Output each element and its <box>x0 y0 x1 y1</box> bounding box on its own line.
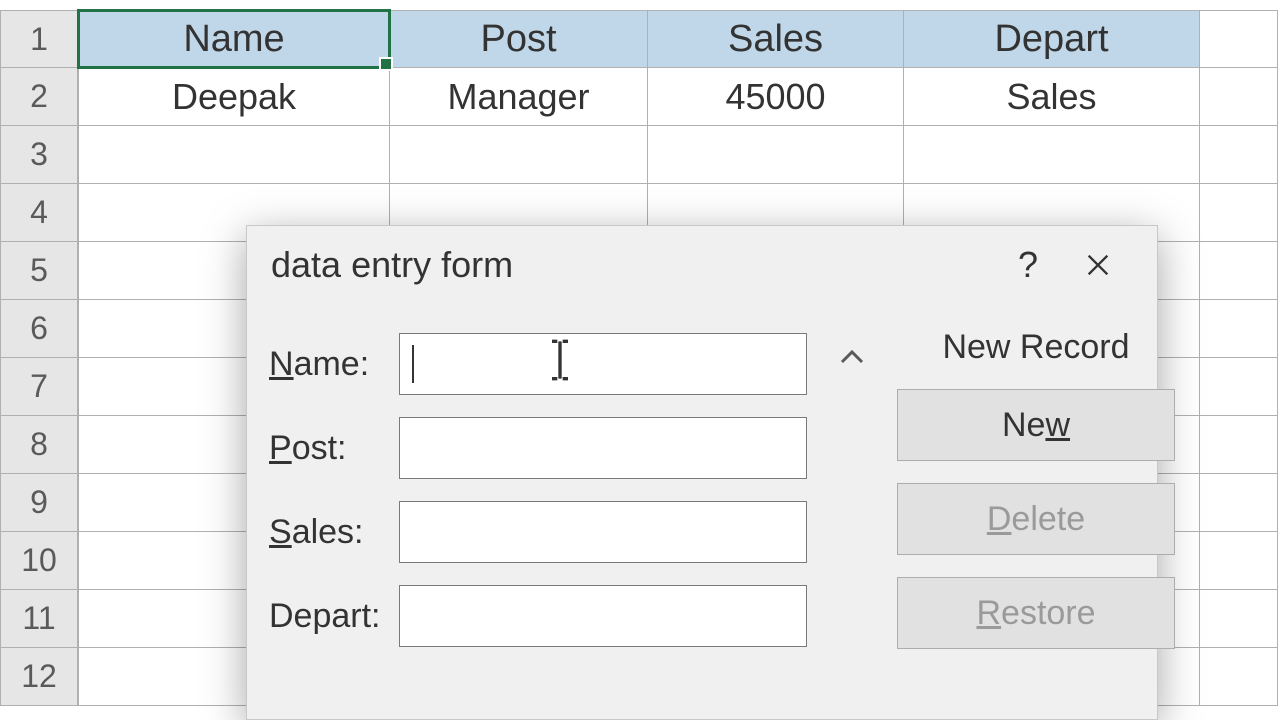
row-header-6[interactable]: 6 <box>0 300 78 358</box>
depart-input[interactable] <box>399 585 807 647</box>
dialog-title: data entry form <box>271 244 513 286</box>
sales-label: Sales: <box>269 513 399 552</box>
cell-E7[interactable] <box>1200 358 1278 416</box>
cell-D2[interactable]: Sales <box>904 68 1200 126</box>
cell-E10[interactable] <box>1200 532 1278 590</box>
cell-E8[interactable] <box>1200 416 1278 474</box>
cell-C1[interactable]: Sales <box>648 10 904 68</box>
row-header-3[interactable]: 3 <box>0 126 78 184</box>
cell-E4[interactable] <box>1200 184 1278 242</box>
cell-B2[interactable]: Manager <box>390 68 648 126</box>
new-button[interactable]: New <box>897 389 1175 461</box>
cell-E9[interactable] <box>1200 474 1278 532</box>
cell-B3[interactable] <box>390 126 648 184</box>
chevron-up-icon <box>839 348 865 366</box>
row-header-9[interactable]: 9 <box>0 474 78 532</box>
row-header-7[interactable]: 7 <box>0 358 78 416</box>
sales-input[interactable] <box>399 501 807 563</box>
row-header-1[interactable]: 1 <box>0 10 78 68</box>
text-cursor-icon <box>544 336 576 392</box>
cell-C2[interactable]: 45000 <box>648 68 904 126</box>
row-header-column: 1 2 3 4 5 6 7 8 9 10 11 12 <box>0 10 78 706</box>
post-label: Post: <box>269 429 399 468</box>
row-header-10[interactable]: 10 <box>0 532 78 590</box>
data-entry-form-dialog: data entry form ? Name: <box>246 225 1158 720</box>
help-button[interactable]: ? <box>993 235 1063 295</box>
cell-D3[interactable] <box>904 126 1200 184</box>
restore-button[interactable]: Restore <box>897 577 1175 649</box>
close-button[interactable] <box>1063 235 1133 295</box>
spreadsheet: 1 2 3 4 5 6 7 8 9 10 11 12 Name Post Sal… <box>0 0 1280 720</box>
cell-E6[interactable] <box>1200 300 1278 358</box>
record-status: New Record <box>942 328 1129 367</box>
text-caret <box>412 345 414 383</box>
cell-C3[interactable] <box>648 126 904 184</box>
cell-A1[interactable]: Name <box>78 10 390 68</box>
delete-button[interactable]: Delete <box>897 483 1175 555</box>
cell-D1[interactable]: Depart <box>904 10 1200 68</box>
depart-label: Depart: <box>269 597 399 636</box>
name-input[interactable] <box>399 333 807 395</box>
row-header-5[interactable]: 5 <box>0 242 78 300</box>
form-fields: Name: Post: Sales: <box>269 322 807 671</box>
cell-E3[interactable] <box>1200 126 1278 184</box>
scroll-up-button[interactable] <box>839 340 865 671</box>
row-header-11[interactable]: 11 <box>0 590 78 648</box>
cell-E1[interactable] <box>1200 10 1278 68</box>
cell-E5[interactable] <box>1200 242 1278 300</box>
row-header-2[interactable]: 2 <box>0 68 78 126</box>
name-label: Name: <box>269 345 399 384</box>
dialog-titlebar[interactable]: data entry form ? <box>247 226 1157 304</box>
cell-E2[interactable] <box>1200 68 1278 126</box>
cell-E11[interactable] <box>1200 590 1278 648</box>
dialog-buttons: New Record New Delete Restore <box>897 322 1175 671</box>
cell-B1[interactable]: Post <box>390 10 648 68</box>
cell-A3[interactable] <box>78 126 390 184</box>
row-header-4[interactable]: 4 <box>0 184 78 242</box>
post-input[interactable] <box>399 417 807 479</box>
row-header-8[interactable]: 8 <box>0 416 78 474</box>
close-icon <box>1084 251 1112 279</box>
cell-E12[interactable] <box>1200 648 1278 706</box>
row-header-12[interactable]: 12 <box>0 648 78 706</box>
cell-A2[interactable]: Deepak <box>78 68 390 126</box>
